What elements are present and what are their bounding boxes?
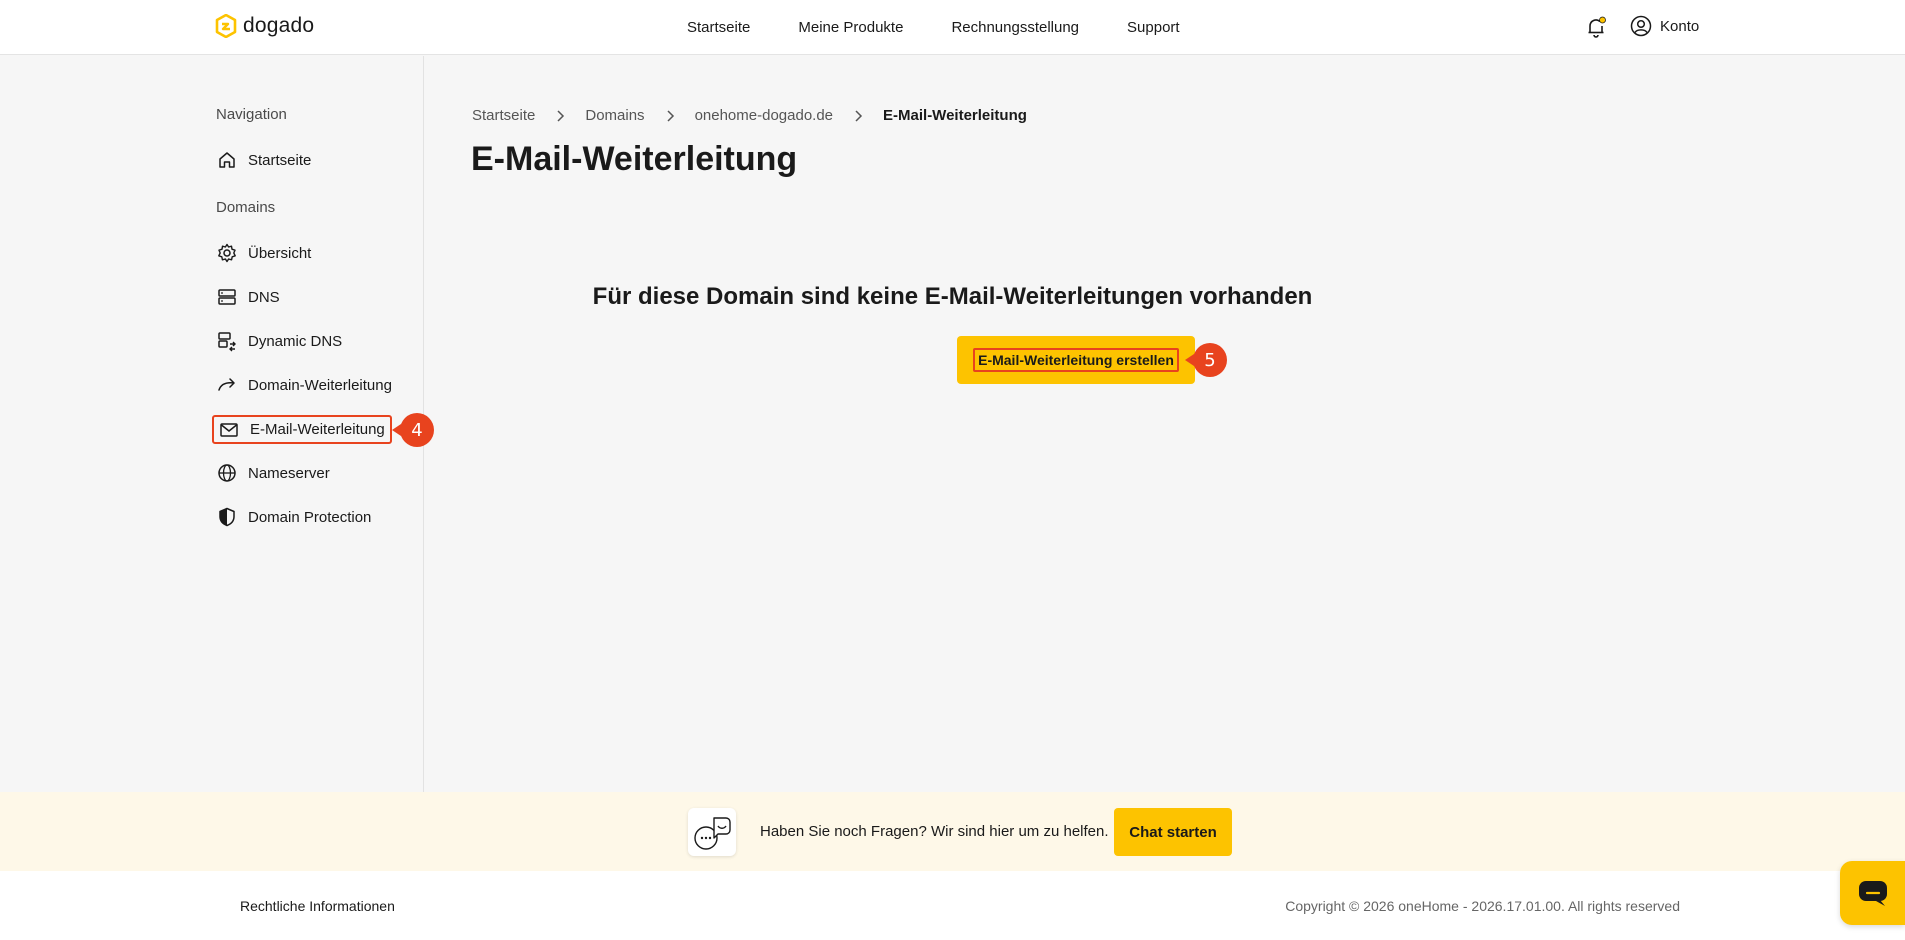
chevron-right-icon (853, 109, 863, 122)
sidebar-item-label: Domain-Weiterleitung (248, 376, 392, 394)
sidebar-item-dynamic-dns[interactable]: Dynamic DNS (216, 329, 342, 353)
chevron-right-icon (555, 109, 565, 122)
breadcrumb-startseite[interactable]: Startseite (472, 107, 535, 124)
notification-bell-icon[interactable] (1585, 16, 1607, 38)
account-menu[interactable]: Konto (1630, 15, 1699, 37)
create-forwarding-button-container: E-Mail-Weiterleitung erstellen (957, 336, 1195, 384)
legal-info-link[interactable]: Rechtliche Informationen (240, 898, 395, 914)
breadcrumb: Startseite Domains onehome-dogado.de E-M… (472, 107, 1027, 124)
user-circle-icon (1630, 15, 1652, 37)
sidebar-item-dns[interactable]: DNS (216, 285, 280, 309)
step-marker-5: 5 (1185, 343, 1227, 377)
forward-arrow-icon (218, 378, 235, 391)
create-email-forwarding-button[interactable]: E-Mail-Weiterleitung erstellen (973, 348, 1179, 372)
breadcrumb-current: E-Mail-Weiterleitung (883, 107, 1027, 124)
sidebar-item-startseite[interactable]: Startseite (216, 148, 311, 172)
copyright-text: Copyright © 2026 oneHome - 2026.17.01.00… (1285, 898, 1680, 914)
topnav-meine-produkte[interactable]: Meine Produkte (798, 19, 903, 36)
sidebar-heading-navigation: Navigation (216, 106, 287, 123)
help-text: Haben Sie noch Fragen? Wir sind hier um … (760, 823, 1109, 840)
breadcrumb-domain[interactable]: onehome-dogado.de (695, 107, 833, 124)
empty-state-title: Für diese Domain sind keine E-Mail-Weite… (592, 283, 1313, 310)
topnav-support[interactable]: Support (1127, 19, 1180, 36)
account-label: Konto (1660, 17, 1700, 35)
shield-icon (219, 507, 235, 527)
sidebar-heading-domains: Domains (216, 199, 276, 216)
sidebar-item-domain-weiterleitung[interactable]: Domain-Weiterleitung (216, 373, 392, 397)
sidebar-item-label: Dynamic DNS (248, 332, 343, 350)
chevron-right-icon (665, 109, 675, 122)
topnav-rechnungsstellung[interactable]: Rechnungsstellung (951, 19, 1079, 36)
globe-icon (218, 464, 236, 482)
footer: Rechtliche Informationen Copyright © 202… (0, 871, 1905, 940)
sidebar-item-email-weiterleitung[interactable]: E-Mail-Weiterleitung (212, 415, 392, 444)
brand-logo[interactable]: dogado (215, 14, 314, 38)
logo-icon (215, 14, 237, 38)
support-chat-icon (688, 808, 736, 856)
sidebar: Navigation Startseite Domains Übersicht … (0, 56, 434, 792)
sidebar-item-label: DNS (248, 288, 280, 306)
sidebar-item-label: Domain Protection (248, 508, 372, 526)
top-header: dogado Startseite Meine Produkte Rechnun… (0, 0, 1905, 55)
sidebar-item-label: Übersicht (248, 244, 312, 262)
server-icon (218, 289, 236, 305)
breadcrumb-domains[interactable]: Domains (585, 107, 644, 124)
chat-start-button[interactable]: Chat starten (1114, 808, 1232, 856)
chat-launcher-button[interactable] (1840, 861, 1905, 925)
page-title: E-Mail-Weiterleitung (471, 140, 798, 178)
gear-icon (218, 243, 236, 263)
brand-name: dogado (243, 14, 315, 37)
sidebar-item-uebersicht[interactable]: Übersicht (216, 241, 311, 265)
step-marker-4: 4 (392, 413, 434, 447)
sidebar-item-label: Nameserver (248, 464, 330, 482)
help-bar: Haben Sie noch Fragen? Wir sind hier um … (0, 792, 1905, 871)
sidebar-item-nameserver[interactable]: Nameserver (216, 461, 330, 485)
sidebar-item-domain-protection[interactable]: Domain Protection (216, 505, 371, 529)
mail-icon (220, 422, 238, 437)
chat-bubble-icon (1858, 881, 1887, 906)
sidebar-item-label: E-Mail-Weiterleitung (250, 421, 385, 438)
home-icon (219, 152, 235, 168)
topnav-startseite[interactable]: Startseite (687, 19, 750, 36)
dynamic-dns-icon (218, 332, 236, 352)
sidebar-item-label: Startseite (248, 151, 312, 169)
top-navigation: Startseite Meine Produkte Rechnungsstell… (687, 0, 1180, 55)
